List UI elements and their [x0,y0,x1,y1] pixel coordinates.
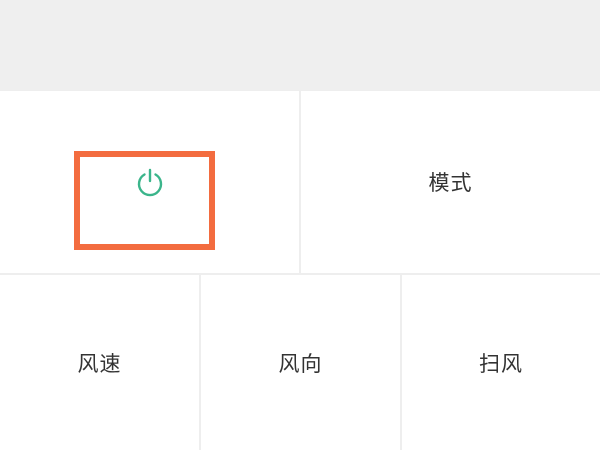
wind-direction-button[interactable]: 风向 [201,275,400,450]
wind-direction-label: 风向 [278,351,323,376]
mode-label: 模式 [428,171,473,195]
mode-button[interactable]: 模式 [301,91,600,273]
power-icon [137,168,163,197]
swing-label: 扫风 [479,351,523,376]
remote-control-screen: 模式 风速 风向 扫风 [0,0,600,450]
swing-button[interactable]: 扫风 [402,275,600,450]
fan-speed-label: 风速 [77,351,122,376]
fan-speed-button[interactable]: 风速 [0,275,199,450]
top-panel [0,0,600,90]
